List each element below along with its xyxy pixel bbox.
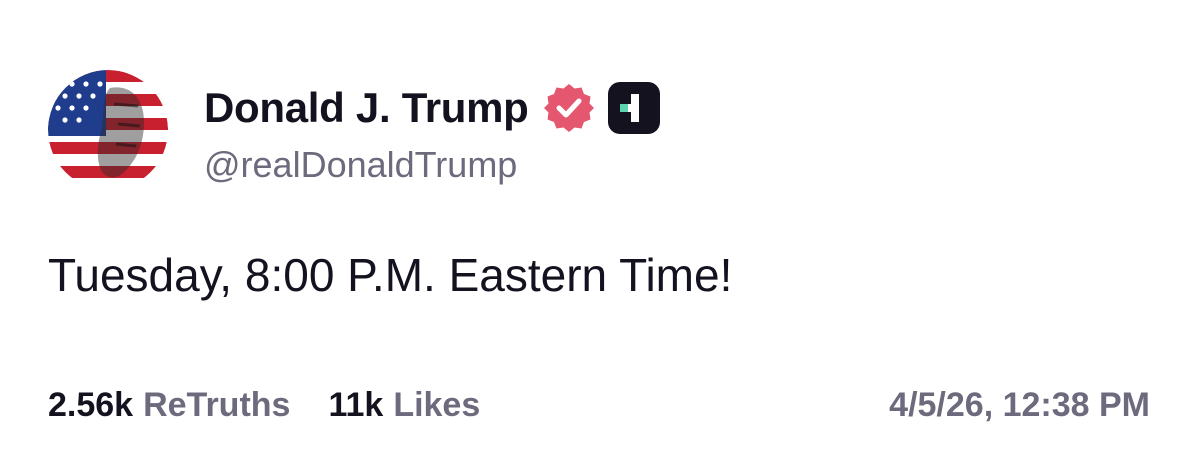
- plus-badge-icon: [607, 81, 661, 135]
- retruths-label: ReTruths: [143, 386, 291, 424]
- author-display-name[interactable]: Donald J. Trump: [204, 84, 529, 132]
- flag-portrait-avatar-image: [48, 70, 168, 190]
- retruths-stat[interactable]: 2.56k ReTruths: [48, 386, 290, 425]
- author-handle[interactable]: @realDonaldTrump: [204, 144, 517, 186]
- likes-stat[interactable]: 11k Likes: [328, 386, 480, 425]
- post-timestamp[interactable]: 4/5/26, 12:38 PM: [889, 386, 1150, 425]
- post-text: Tuesday, 8:00 P.M. Eastern Time!: [48, 249, 733, 301]
- post-stats: 2.56k ReTruths 11k Likes: [48, 386, 518, 425]
- retruths-count: 2.56k: [48, 386, 134, 424]
- verified-badge-icon: [543, 82, 595, 134]
- author-name-row: Donald J. Trump: [204, 78, 661, 138]
- avatar[interactable]: [48, 70, 168, 190]
- likes-label: Likes: [393, 386, 481, 424]
- likes-count: 11k: [328, 386, 384, 424]
